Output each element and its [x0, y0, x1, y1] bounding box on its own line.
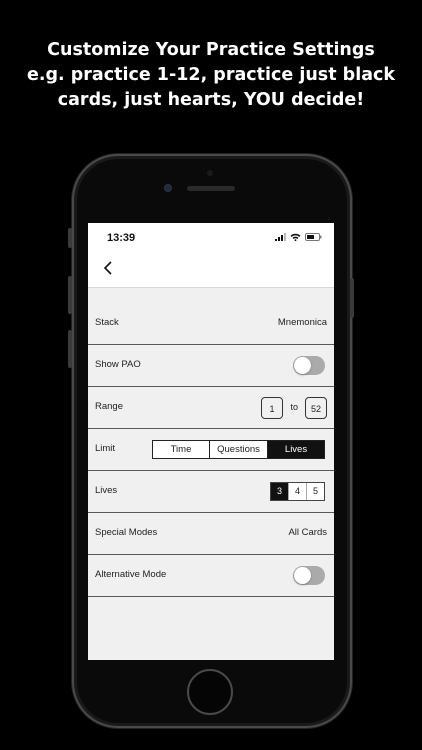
special-modes-label: Special Modes	[95, 527, 158, 538]
limit-option-questions[interactable]: Questions	[210, 441, 268, 458]
volume-up-button	[68, 276, 72, 314]
settings-row-stack[interactable]: Stack Mnemonica	[88, 303, 334, 345]
range-from-input[interactable]: 1	[261, 397, 283, 419]
settings-row-lives: Lives 3 4 5	[88, 471, 334, 513]
caption-line-2: e.g. practice 1-12, practice just black	[26, 65, 396, 85]
limit-label: Limit	[95, 443, 116, 454]
signal-icon	[275, 233, 286, 241]
range-to-label: to	[290, 402, 298, 412]
toggle-knob	[294, 357, 311, 374]
home-button[interactable]	[187, 669, 233, 715]
range-to-input[interactable]: 52	[305, 397, 327, 419]
stack-label: Stack	[95, 317, 119, 328]
settings-row-alternative-mode: Alternative Mode	[88, 555, 334, 597]
lives-option-5[interactable]: 5	[307, 483, 324, 500]
battery-icon	[305, 233, 322, 241]
navigation-bar	[88, 251, 334, 288]
settings-row-special-modes[interactable]: Special Modes All Cards	[88, 513, 334, 555]
settings-row-show-pao: Show PAO	[88, 345, 334, 387]
settings-row-range: Range 1 to 52	[88, 387, 334, 429]
lives-label: Lives	[95, 485, 118, 496]
range-label: Range	[95, 401, 123, 412]
show-pao-label: Show PAO	[95, 359, 141, 370]
proximity-sensor	[207, 170, 213, 176]
caption-line-3: cards, just hearts, YOU decide!	[57, 90, 365, 110]
promo-caption: Customize Your Practice Settings e.g. pr…	[0, 38, 422, 113]
status-icons	[275, 233, 322, 241]
limit-option-lives[interactable]: Lives	[268, 441, 324, 458]
mute-switch	[68, 228, 72, 248]
earpiece-speaker	[187, 186, 235, 191]
special-modes-value: All Cards	[288, 527, 327, 538]
power-button	[350, 278, 354, 318]
limit-option-time[interactable]: Time	[153, 441, 210, 458]
lives-selector: 3 4 5	[270, 482, 325, 501]
alternative-mode-toggle[interactable]	[293, 566, 325, 585]
status-time: 13:39	[107, 232, 136, 244]
chevron-left-icon[interactable]	[101, 260, 117, 276]
settings-list: Stack Mnemonica Show PAO Range 1 to 52 L…	[88, 303, 334, 597]
wifi-icon	[290, 233, 301, 241]
stack-value: Mnemonica	[277, 317, 327, 328]
app-screen: 13:39 Stack Mnemonica Show PAO Range 1 t…	[88, 223, 334, 660]
lives-option-4[interactable]: 4	[289, 483, 307, 500]
limit-segmented-control: Time Questions Lives	[152, 440, 325, 459]
lives-option-3[interactable]: 3	[271, 483, 289, 500]
show-pao-toggle[interactable]	[293, 356, 325, 375]
front-camera	[164, 184, 172, 192]
caption-line-1: Customize Your Practice Settings	[47, 40, 375, 60]
toggle-knob	[294, 567, 311, 584]
volume-down-button	[68, 330, 72, 368]
alternative-mode-label: Alternative Mode	[95, 569, 167, 580]
settings-row-limit: Limit Time Questions Lives	[88, 429, 334, 471]
status-bar: 13:39	[88, 223, 334, 251]
